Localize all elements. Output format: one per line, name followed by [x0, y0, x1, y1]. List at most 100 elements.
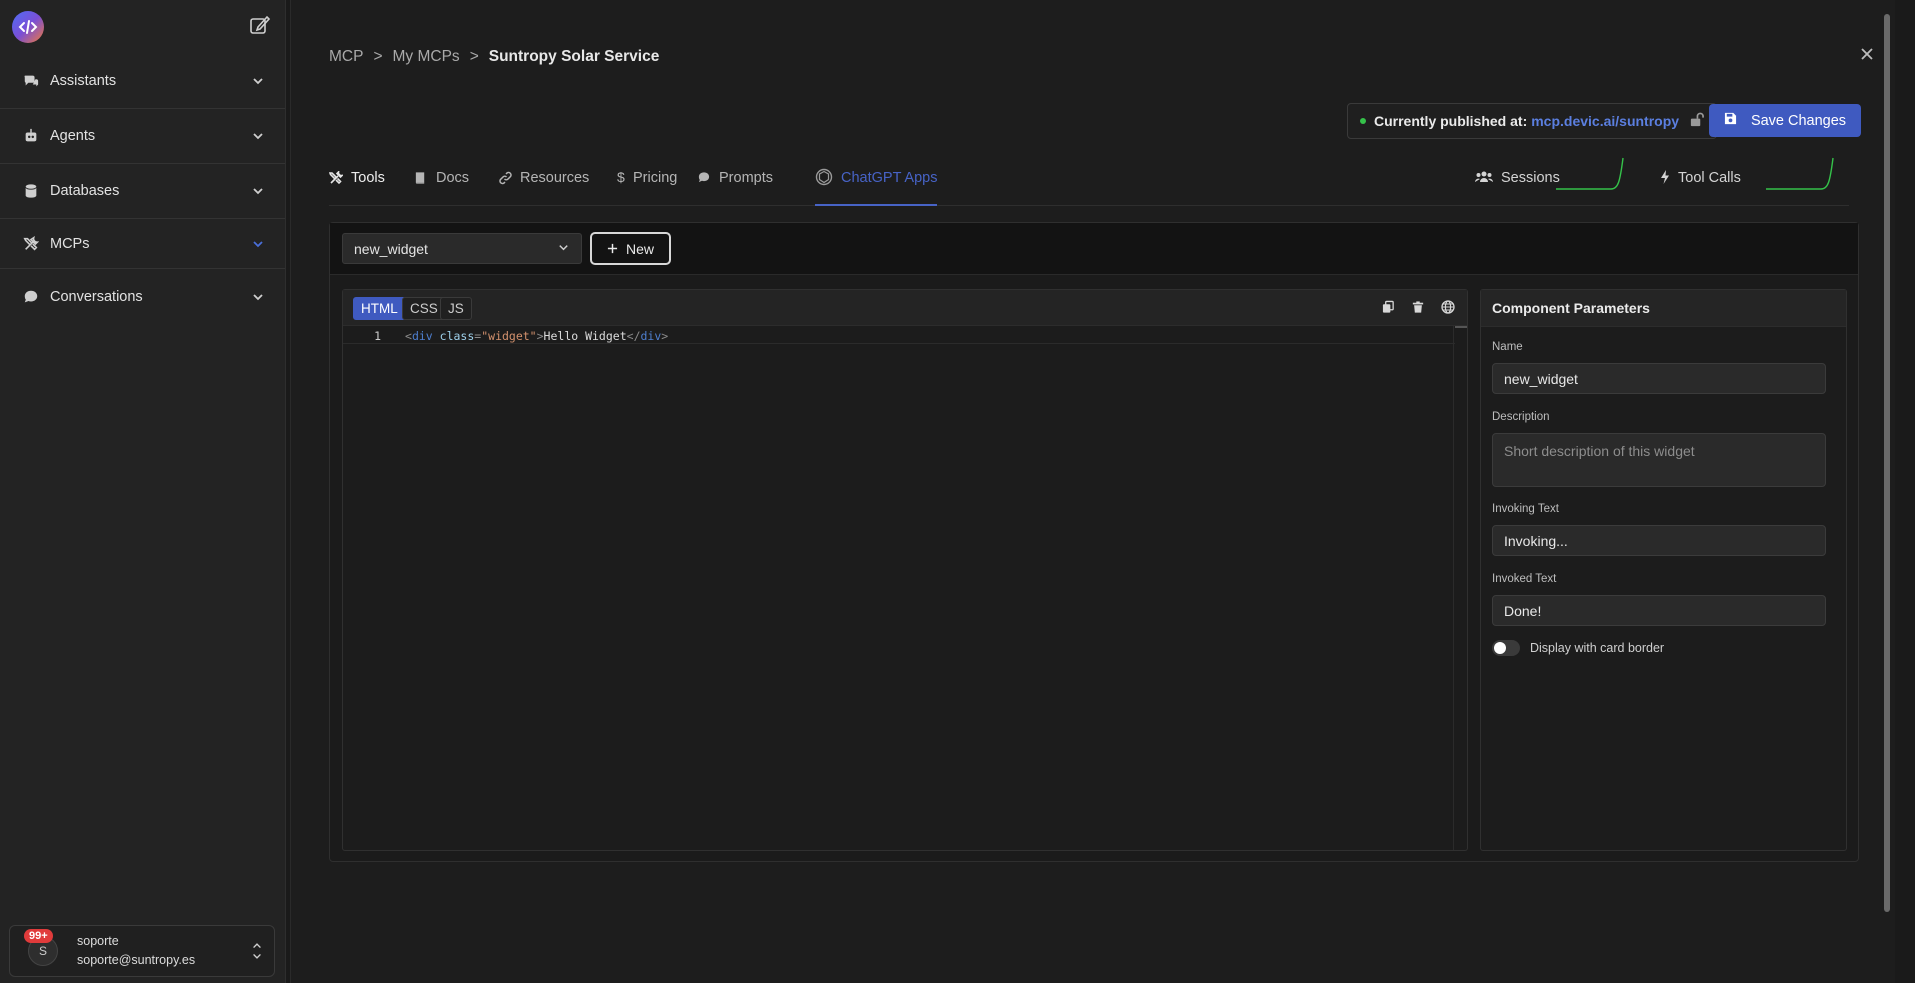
trash-icon[interactable]: [1409, 298, 1427, 316]
lang-tab-js[interactable]: JS: [440, 297, 472, 320]
breadcrumb-my-mcps[interactable]: My MCPs: [393, 48, 460, 66]
tab-label: Prompts: [719, 170, 773, 186]
user-menu[interactable]: 99+ S soporte soporte@suntropy.es: [9, 925, 275, 977]
invoked-text-label: Invoked Text: [1492, 573, 1557, 585]
invoking-text-label: Invoking Text: [1492, 503, 1559, 515]
avatar-initial: S: [38, 944, 47, 958]
user-info: soporte soporte@suntropy.es: [77, 932, 250, 970]
card-border-toggle-row: Display with card border: [1492, 640, 1664, 656]
new-chat-edit-icon[interactable]: [249, 14, 271, 36]
status-dot: [1360, 118, 1366, 124]
tool-calls-stat[interactable]: Tool Calls: [1660, 166, 1741, 186]
code-line[interactable]: 1 <div class="widget">Hello Widget</div>: [343, 328, 1455, 344]
name-label: Name: [1492, 341, 1523, 353]
app-logo[interactable]: [12, 11, 44, 43]
users-icon: [1475, 170, 1493, 184]
openai-icon: [815, 168, 833, 186]
tab-label: Pricing: [633, 170, 678, 186]
editor-toolbar: HTML CSS JS: [343, 290, 1467, 326]
globe-icon[interactable]: [1439, 298, 1457, 316]
tab-docs[interactable]: Docs: [414, 166, 469, 206]
avatar: 99+ S: [24, 929, 58, 966]
main-panel: MCP > My MCPs > Suntropy Solar Service C…: [290, 0, 1895, 983]
breadcrumb-separator: >: [469, 48, 479, 65]
published-status: Currently published at: mcp.devic.ai/sun…: [1347, 103, 1718, 139]
chevron-down-icon: [251, 290, 265, 304]
bolt-icon: [1660, 170, 1670, 184]
published-url-link[interactable]: mcp.devic.ai/suntropy: [1531, 113, 1679, 129]
chevron-down-icon: [251, 129, 265, 143]
tab-resources[interactable]: Resources: [498, 166, 589, 206]
description-label: Description: [1492, 411, 1550, 423]
chevron-down-icon: [557, 241, 570, 257]
database-icon: [22, 182, 40, 200]
book-icon: [414, 171, 428, 185]
line-number: 1: [374, 328, 381, 343]
sidebar-item-conversations[interactable]: Conversations: [0, 269, 285, 324]
editor-scrollbar[interactable]: [1453, 326, 1467, 850]
sessions-stat[interactable]: Sessions: [1475, 166, 1560, 186]
widget-select[interactable]: new_widget: [342, 233, 582, 264]
tab-chatgpt-apps[interactable]: ChatGPT Apps: [815, 166, 938, 206]
name-field[interactable]: new_widget: [1492, 363, 1826, 394]
tab-bar: Tools Docs Resources $ Pricing Prompts C…: [328, 157, 1849, 206]
component-parameters-panel: Component Parameters Name new_widget Des…: [1480, 289, 1847, 851]
sidebar-item-agents[interactable]: Agents: [0, 109, 285, 164]
tools-icon: [22, 235, 40, 253]
invoking-text-field[interactable]: Invoking...: [1492, 525, 1826, 556]
chevron-down-icon: [251, 237, 265, 251]
plus-icon: [607, 241, 618, 257]
chevron-down-icon: [251, 74, 265, 88]
sidebar-header: [0, 0, 285, 54]
tool-calls-sparkline: [1766, 157, 1834, 190]
breadcrumb-separator: >: [373, 48, 383, 65]
new-label: New: [625, 240, 654, 257]
save-label: Save Changes: [1750, 112, 1847, 129]
sidebar-item-assistants[interactable]: Assistants: [0, 54, 285, 109]
tab-tools[interactable]: Tools: [328, 166, 385, 206]
user-email: soporte@suntropy.es: [77, 953, 196, 967]
save-changes-button[interactable]: Save Changes: [1709, 104, 1861, 137]
code-logo-icon: [18, 20, 38, 34]
new-widget-button[interactable]: New: [590, 232, 671, 265]
lang-tab-html[interactable]: HTML: [353, 297, 406, 320]
stat-label: Sessions: [1501, 170, 1560, 186]
stat-label: Tool Calls: [1678, 170, 1741, 186]
sidebar-item-label: MCPs: [50, 235, 90, 252]
expand-collapse-icon: [250, 940, 264, 962]
chat-icon: [697, 171, 711, 185]
invoked-text-field[interactable]: Done!: [1492, 595, 1826, 626]
card-border-toggle[interactable]: [1492, 640, 1520, 656]
close-icon[interactable]: [1859, 46, 1875, 62]
code-content[interactable]: <div class="widget">Hello Widget</div>: [405, 329, 668, 343]
dollar-icon: $: [617, 169, 625, 185]
notification-badge: 99+: [24, 929, 53, 943]
code-editor: HTML CSS JS 1 <div class="widget">Hello …: [342, 289, 1468, 851]
user-name: soporte: [77, 934, 119, 948]
tools-icon: [328, 169, 345, 185]
copy-icon[interactable]: [1379, 298, 1397, 316]
description-field[interactable]: Short description of this widget: [1492, 433, 1826, 487]
tab-pricing[interactable]: $ Pricing: [617, 166, 677, 206]
widget-toolbar: new_widget New: [330, 223, 1858, 275]
sidebar-item-label: Assistants: [50, 73, 117, 89]
robot-icon: [22, 127, 40, 145]
sidebar-item-databases[interactable]: Databases: [0, 164, 285, 219]
chat-bubbles-icon: [22, 72, 40, 90]
published-label: Currently published at:: [1374, 113, 1528, 129]
page-title: Suntropy Solar Service: [488, 48, 660, 65]
page-scrollbar[interactable]: [1884, 14, 1890, 912]
save-icon: [1724, 112, 1737, 129]
sessions-sparkline: [1556, 157, 1624, 190]
sidebar-item-mcps[interactable]: MCPs: [0, 219, 285, 269]
unlock-icon[interactable]: [1689, 112, 1704, 130]
tab-prompts[interactable]: Prompts: [697, 166, 773, 206]
chat-icon: [22, 288, 40, 306]
tab-label: Docs: [436, 170, 470, 186]
link-icon: [498, 171, 512, 185]
breadcrumb-mcp[interactable]: MCP: [329, 48, 363, 66]
params-title: Component Parameters: [1481, 290, 1846, 327]
tab-label: Tools: [351, 170, 385, 186]
editor-actions: [1379, 298, 1457, 316]
tab-label: Resources: [520, 170, 590, 186]
